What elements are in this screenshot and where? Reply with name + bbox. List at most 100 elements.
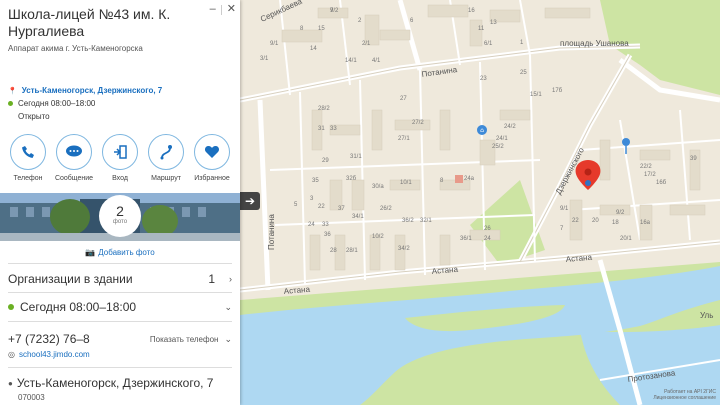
street-label-ul: Уль [700,311,713,320]
photo-strip[interactable]: 2 фото [0,193,240,241]
building-number-label: 22/2 [640,164,652,170]
building-number-label: 16а [640,220,651,226]
building-number-label: 31/1 [350,154,362,160]
chevron-down-icon[interactable]: ⌄ [224,334,232,345]
website-row[interactable]: ◎ school43.jimdo.com [0,350,240,359]
building-number-label: 35 [312,178,319,184]
full-address: Усть-Каменогорск, Дзержинского, 7 [16,376,214,390]
school-building-highlight [455,175,463,183]
building-number-label: 24 [484,236,491,242]
phone-row[interactable]: +7 (7232) 76–8 Показать телефон ⌄ [0,332,240,346]
building-number-label: 10/2 [372,234,384,240]
building-number-label: 39 [690,156,697,162]
building-number-label: 22 [318,204,325,210]
building-number-label: 9/1 [560,206,569,212]
entrance-icon [114,145,127,159]
building-number-label: 29 [322,158,329,164]
message-icon [66,145,82,157]
postal-row: 070003 [0,393,240,402]
building-number-label: 13 [490,20,497,26]
schedule-text: Сегодня 08:00–18:00 [20,300,137,314]
address-row[interactable]: 📍 Усть-Каменогорск, Дзержинского, 7 [8,84,232,97]
camera-icon: 📷 [85,248,96,257]
building-number-label: 33 [322,222,329,228]
photo-count-label: фото [112,219,128,225]
arrow-right-icon: ➔ [244,194,256,208]
building-number-label: 14/1 [345,58,357,64]
add-photo-link[interactable]: 📷 Добавить фото [0,248,240,257]
show-phone-link[interactable]: Показать телефон [150,335,219,344]
hours-text: Сегодня 08:00–18:00 [18,99,96,108]
organizations-count: 1 [208,272,215,286]
building-number-label: 24а [464,176,475,182]
chevron-down-icon[interactable]: ⌄ [224,302,232,313]
collapse-sidebar-button[interactable]: ➔ [240,192,260,210]
building-number-label: 15/1 [530,92,542,98]
building-number-label: 28 [330,248,337,254]
route-button-label: Маршрут [151,175,181,182]
photo-count-badge[interactable]: 2 фото [99,195,141,237]
building-number-label: 16б [656,180,667,186]
route-button[interactable]: Маршрут [144,134,188,182]
building-number-label: 33 [330,126,337,132]
building-number-label: 28/1 [346,248,358,254]
building-number-label: 9/1 [270,41,279,47]
building-number-label: 2/1 [362,41,371,47]
building-number-label: 32б [346,176,357,182]
full-address-row[interactable]: ● Усть-Каменогорск, Дзержинского, 7 [0,376,240,390]
message-button[interactable]: Сообщение [52,134,96,182]
building-number-label: 36/1 [460,236,472,242]
building-number-label: 26/2 [380,206,392,212]
building-number-label: 14 [310,46,317,52]
building-number-label: 3/1 [260,56,269,62]
building-number-label: 27/2 [412,120,424,126]
building-number-label: 18 [612,220,619,226]
building-number-label: 15 [318,26,325,32]
schedule-row[interactable]: Сегодня 08:00–18:00 ⌄ [0,300,240,314]
divider [8,321,232,322]
phone-number: +7 (7232) 76–8 [8,332,90,346]
organizations-label: Организации в здании [8,272,133,286]
svg-text:⌂: ⌂ [480,127,484,134]
building-number-label: 9/2 [616,210,625,216]
heart-icon [204,146,220,158]
building-number-label: 24 [308,222,315,228]
entrance-button[interactable]: Вход [98,134,142,182]
building-number-label: 27 [400,96,407,102]
building-number-label: 25 [520,70,527,76]
phone-button-label: Телефон [13,175,43,182]
close-icon[interactable]: ✕ [227,4,236,15]
open-status-dot [8,101,13,106]
building-number-label: 24/2 [504,124,516,130]
hours-row: Сегодня 08:00–18:00 [8,97,232,110]
building-number-label: 31 [318,126,325,132]
minimize-icon[interactable]: – [210,4,216,15]
organizations-row[interactable]: Организации в здании 1 › [0,272,240,286]
building-number-label: 23 [480,76,487,82]
favorite-button[interactable]: Избранное [190,134,234,182]
place-title: Школа-лицей №43 им. К. Нургалиева [8,6,171,39]
map-attribution[interactable]: Работает на API 2ГИС Лицензионное соглаш… [653,389,716,401]
building-number-label: 11 [478,26,485,32]
building-number-label: 6/1 [484,41,493,47]
divider [8,292,232,293]
location-pin-icon: ● [8,378,13,388]
building-number-label: 34/1 [352,214,364,220]
street-label-potanina-vertical: Потанина [267,214,276,250]
phone-icon [22,146,34,158]
building-number-label: 24/1 [496,136,508,142]
phone-button[interactable]: Телефон [6,134,50,182]
building-number-label: 28/2 [318,106,330,112]
website-link[interactable]: school43.jimdo.com [19,350,90,359]
location-pin-icon: 📍 [8,87,17,95]
message-button-label: Сообщение [54,175,94,182]
building-number-label: 27/1 [398,136,410,142]
building-number-label: 4/1 [372,58,381,64]
favorite-button-label: Избранное [194,175,230,182]
route-icon [160,145,172,160]
address-link[interactable]: Усть-Каменогорск, Дзержинского, 7 [22,86,163,95]
divider [8,263,232,264]
open-status: Открыто [18,112,50,121]
school-icon[interactable]: ⌂ [477,125,487,135]
building-number-label: 20/1 [620,236,632,242]
